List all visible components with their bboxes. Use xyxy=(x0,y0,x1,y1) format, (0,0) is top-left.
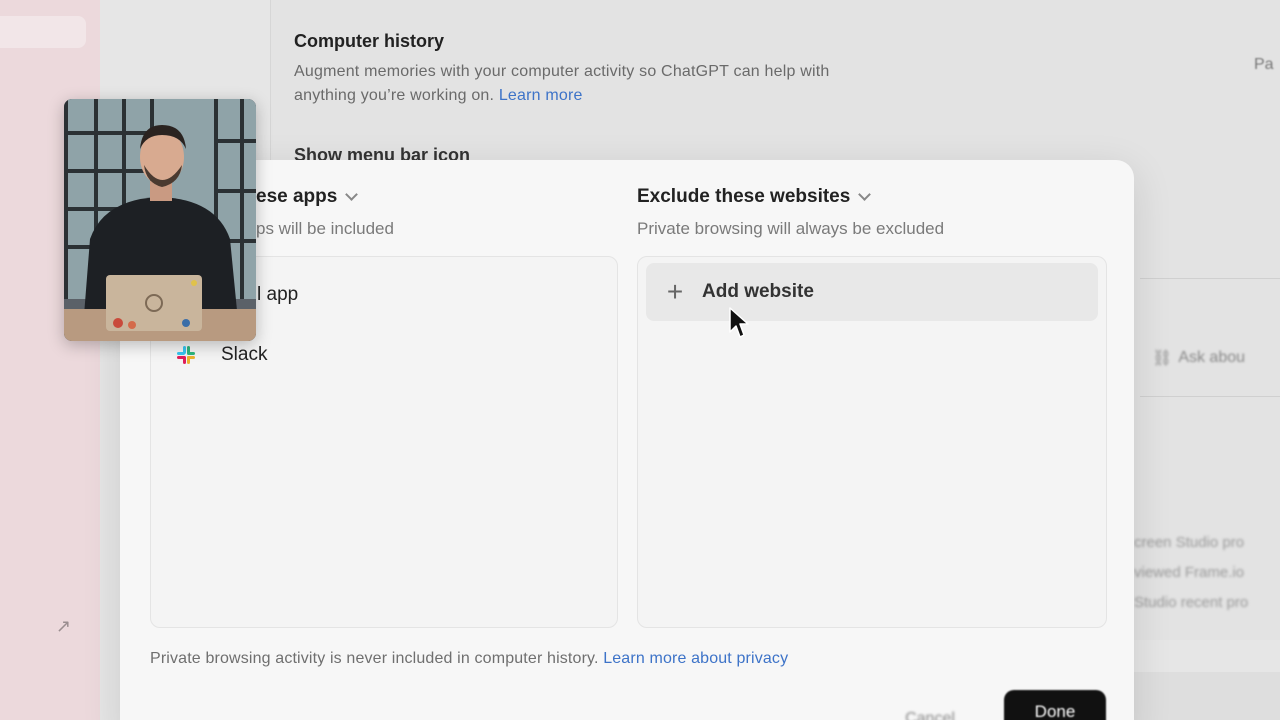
add-website-label: Add website xyxy=(702,281,814,302)
list-item[interactable]: l app xyxy=(257,281,298,309)
include-apps-dropdown[interactable]: ese apps xyxy=(256,186,359,208)
exclude-websites-dropdown[interactable]: Exclude these websites xyxy=(637,186,872,208)
list-item-label: l app xyxy=(257,284,299,305)
sidebar-selected-item[interactable] xyxy=(0,16,86,48)
include-apps-header: ese apps xyxy=(256,186,338,207)
include-apps-subtitle: ps will be included xyxy=(256,219,394,238)
webcam-overlay xyxy=(64,99,256,341)
ask-label: Ask abou xyxy=(1178,349,1246,366)
list-item[interactable]: creen Studio pro xyxy=(1134,528,1280,558)
cancel-button[interactable]: Cancel xyxy=(890,702,970,720)
divider xyxy=(1140,396,1280,397)
privacy-note-text: Private browsing activity is never inclu… xyxy=(150,650,604,667)
ask-about-button[interactable]: ⛓ Ask abou xyxy=(1152,348,1245,368)
exclude-websites-list: + Add website xyxy=(637,256,1107,628)
mouse-cursor-icon xyxy=(728,306,750,345)
external-arrow-icon[interactable]: ↗ xyxy=(56,616,71,637)
exclude-websites-header: Exclude these websites xyxy=(637,186,851,207)
list-item[interactable]: viewed Frame.io xyxy=(1134,558,1280,588)
done-button[interactable]: Done xyxy=(1004,690,1106,720)
link-icon: ⛓ xyxy=(1152,350,1173,367)
privacy-note: Private browsing activity is never inclu… xyxy=(150,650,788,668)
chevron-down-icon xyxy=(858,188,872,201)
right-chip[interactable]: Pa xyxy=(1254,56,1274,74)
bottom-band xyxy=(1134,672,1280,720)
recent-list: creen Studio pro viewed Frame.io Studio … xyxy=(1134,528,1280,618)
plus-icon: + xyxy=(666,276,684,307)
chevron-down-icon xyxy=(345,188,359,201)
list-item-slack[interactable]: Slack xyxy=(175,341,267,369)
exclude-websites-subtitle: Private browsing will always be excluded xyxy=(637,219,945,238)
learn-more-privacy-link[interactable]: Learn more about privacy xyxy=(603,650,788,667)
learn-more-link[interactable]: Learn more xyxy=(499,87,583,104)
settings-description: Augment memories with your computer acti… xyxy=(294,60,834,108)
add-website-button[interactable]: + Add website xyxy=(646,263,1098,321)
computer-history-dialog: ese apps ps will be included l app Slack… xyxy=(120,160,1134,720)
list-item[interactable]: Studio recent pro xyxy=(1134,588,1280,618)
settings-title: Computer history xyxy=(294,31,445,51)
presenter-video-icon xyxy=(64,99,256,341)
list-item-label: Slack xyxy=(221,344,268,365)
slack-icon xyxy=(175,344,197,366)
divider xyxy=(1140,278,1280,279)
